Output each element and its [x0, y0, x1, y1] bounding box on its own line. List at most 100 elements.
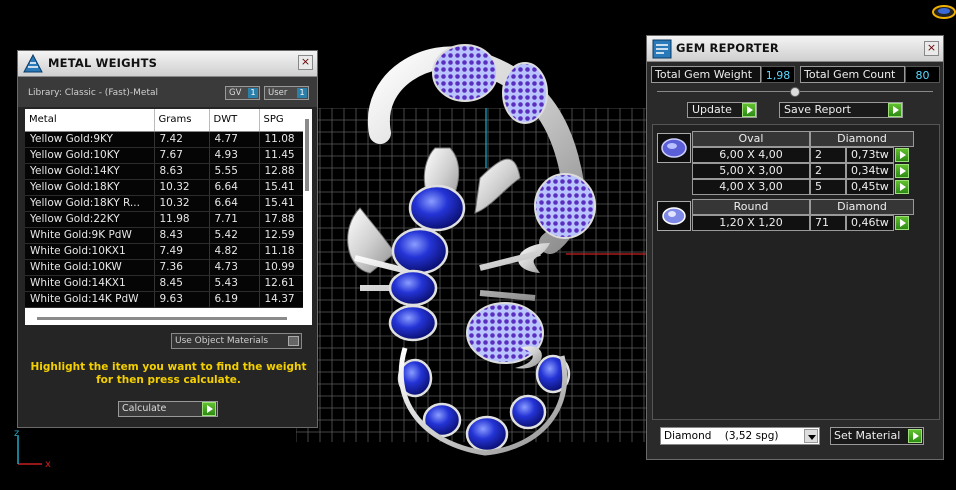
checkbox-box[interactable] — [288, 336, 299, 346]
gem-reporter-icon — [652, 39, 672, 59]
metal-row[interactable]: Yellow Gold:18KY 10.32 6.64 15.41 — [25, 179, 304, 196]
select-gem-row-icon[interactable] — [895, 216, 909, 230]
total-gem-weight-value: 1,98 — [761, 66, 795, 83]
user-toggle[interactable]: User 1 — [264, 86, 309, 100]
oval-gem-icon[interactable] — [657, 133, 691, 163]
metal-table-hscroll[interactable] — [25, 311, 312, 325]
material-select[interactable]: Diamond (3,52 spg) — [660, 427, 820, 445]
metal-row[interactable]: Yellow Gold:18KY R... 10.32 6.64 15.41 — [25, 195, 304, 212]
grams-value: 7.36 — [154, 259, 210, 276]
metal-row[interactable]: White Gold:14K PdW 9.63 6.19 14.37 — [25, 291, 304, 308]
calculate-label: Calculate — [122, 403, 167, 414]
metal-name: White Gold:14K PdW — [25, 291, 155, 308]
metal-name: White Gold:10KW — [25, 259, 155, 276]
dwt-value: 4.77 — [209, 131, 260, 148]
grams-value: 11.98 — [154, 211, 210, 228]
gem-list[interactable]: Oval Diamond 6,00 X 4,00 2 0,73tw 5,00 X… — [652, 124, 940, 420]
dwt-value: 5.43 — [209, 275, 260, 292]
user-value: 1 — [297, 88, 307, 98]
round-gem-icon[interactable] — [657, 201, 691, 231]
total-gem-count-value: 80 — [905, 66, 940, 83]
scorpion-jewelry-model[interactable] — [300, 38, 630, 458]
update-go-icon[interactable] — [742, 103, 756, 117]
grams-value: 9.63 — [154, 291, 210, 308]
total-gem-count-label: Total Gem Count — [800, 66, 905, 83]
metal-row[interactable]: Yellow Gold:14KY 8.63 5.55 12.88 — [25, 163, 304, 180]
select-gem-row-icon[interactable] — [895, 180, 909, 194]
oval-shape-header: Oval — [692, 131, 810, 147]
metal-name: Yellow Gold:9KY — [25, 131, 155, 148]
dwt-value: 5.42 — [209, 227, 260, 244]
hscroll-thumb[interactable] — [37, 317, 287, 320]
close-metal-weights-button[interactable]: × — [298, 55, 313, 70]
grams-value: 7.49 — [154, 243, 210, 260]
metal-name: Yellow Gold:10KY — [25, 147, 155, 164]
metal-row[interactable]: Yellow Gold:22KY 11.98 7.71 17.88 — [25, 211, 304, 228]
spg-value: 10.99 — [259, 259, 304, 276]
vscroll-thumb[interactable] — [305, 119, 309, 191]
spg-value: 11.08 — [259, 131, 304, 148]
col-grams[interactable]: Grams — [154, 109, 210, 132]
metal-row[interactable]: Yellow Gold:10KY 7.67 4.93 11.45 — [25, 147, 304, 164]
gem-count: 2 — [810, 147, 846, 163]
calculate-button[interactable]: Calculate — [118, 401, 218, 417]
gem-reporter-header[interactable]: GEM REPORTER × — [647, 36, 943, 62]
metal-row[interactable]: White Gold:10KW 7.36 4.73 10.99 — [25, 259, 304, 276]
x-axis-label: x — [45, 459, 51, 468]
chevron-down-icon[interactable] — [804, 429, 818, 443]
user-label: User — [268, 88, 288, 98]
gv-label: GV — [229, 88, 242, 98]
gem-size[interactable]: 5,00 X 3,00 — [692, 163, 810, 179]
set-material-go-icon[interactable] — [908, 429, 922, 443]
gem-size[interactable]: 6,00 X 4,00 — [692, 147, 810, 163]
grams-value: 7.67 — [154, 147, 210, 164]
metal-name: Yellow Gold:22KY — [25, 211, 155, 228]
col-spg[interactable]: SPG — [259, 109, 304, 132]
gem-count: 2 — [810, 163, 846, 179]
metal-name: White Gold:10KX1 — [25, 243, 155, 260]
use-object-materials-label: Use Object Materials — [175, 336, 269, 346]
metal-row[interactable]: White Gold:14KX1 8.45 5.43 12.61 — [25, 275, 304, 292]
save-report-go-icon[interactable] — [888, 103, 902, 117]
metal-row[interactable]: Yellow Gold:9KY 7.42 4.77 11.08 — [25, 131, 304, 148]
gem-weight: 0,46tw — [846, 215, 894, 231]
col-dwt[interactable]: DWT — [209, 109, 260, 132]
instruction-text: Highlight the item you want to find the … — [30, 361, 307, 386]
calculate-go-icon[interactable] — [202, 402, 216, 416]
select-gem-row-icon[interactable] — [895, 164, 909, 178]
dwt-value: 4.73 — [209, 259, 260, 276]
update-button[interactable]: Update — [687, 102, 757, 118]
gemstone-logo-icon[interactable] — [930, 2, 956, 20]
metal-weights-header[interactable]: METAL WEIGHTS × — [18, 51, 317, 77]
metal-row[interactable]: White Gold:9K PdW 8.43 5.42 12.59 — [25, 227, 304, 244]
oval-material-header: Diamond — [810, 131, 914, 147]
metal-table: Metal Grams DWT SPG Yellow Gold:9KY 7.42 4… — [25, 109, 304, 308]
spg-value: 11.18 — [259, 243, 304, 260]
dwt-value: 6.19 — [209, 291, 260, 308]
dwt-value: 5.55 — [209, 163, 260, 180]
spg-value: 12.61 — [259, 275, 304, 292]
gem-reporter-panel: GEM REPORTER × Total Gem Weight 1,98 Tot… — [646, 35, 944, 460]
library-bar: Library: Classic - (Fast)-Metal GV 1 Use… — [18, 77, 317, 107]
col-metal[interactable]: Metal — [25, 109, 155, 132]
spg-value: 14.37 — [259, 291, 304, 308]
spg-value: 11.45 — [259, 147, 304, 164]
gem-size[interactable]: 1,20 X 1,20 — [692, 215, 810, 231]
axis-indicator: x z — [14, 428, 51, 468]
metal-row[interactable]: White Gold:10KX1 7.49 4.82 11.18 — [25, 243, 304, 260]
round-material-header: Diamond — [810, 199, 914, 215]
metal-weights-title: METAL WEIGHTS — [48, 56, 158, 70]
gv-toggle[interactable]: GV 1 — [225, 86, 260, 100]
use-object-materials-checkbox[interactable]: Use Object Materials — [171, 333, 302, 349]
select-gem-row-icon[interactable] — [895, 148, 909, 162]
close-gem-reporter-button[interactable]: × — [924, 41, 939, 56]
grams-value: 8.45 — [154, 275, 210, 292]
metal-table-vscroll[interactable] — [303, 109, 312, 309]
gem-weight: 0,45tw — [846, 179, 894, 195]
grams-value: 10.32 — [154, 179, 210, 196]
save-report-button[interactable]: Save Report — [779, 102, 903, 118]
gem-size[interactable]: 4,00 X 3,00 — [692, 179, 810, 195]
set-material-button[interactable]: Set Material — [830, 427, 924, 445]
collapse-knob[interactable] — [790, 87, 800, 97]
metal-table-container[interactable]: Metal Grams DWT SPG Yellow Gold:9KY 7.42 4… — [25, 109, 312, 325]
